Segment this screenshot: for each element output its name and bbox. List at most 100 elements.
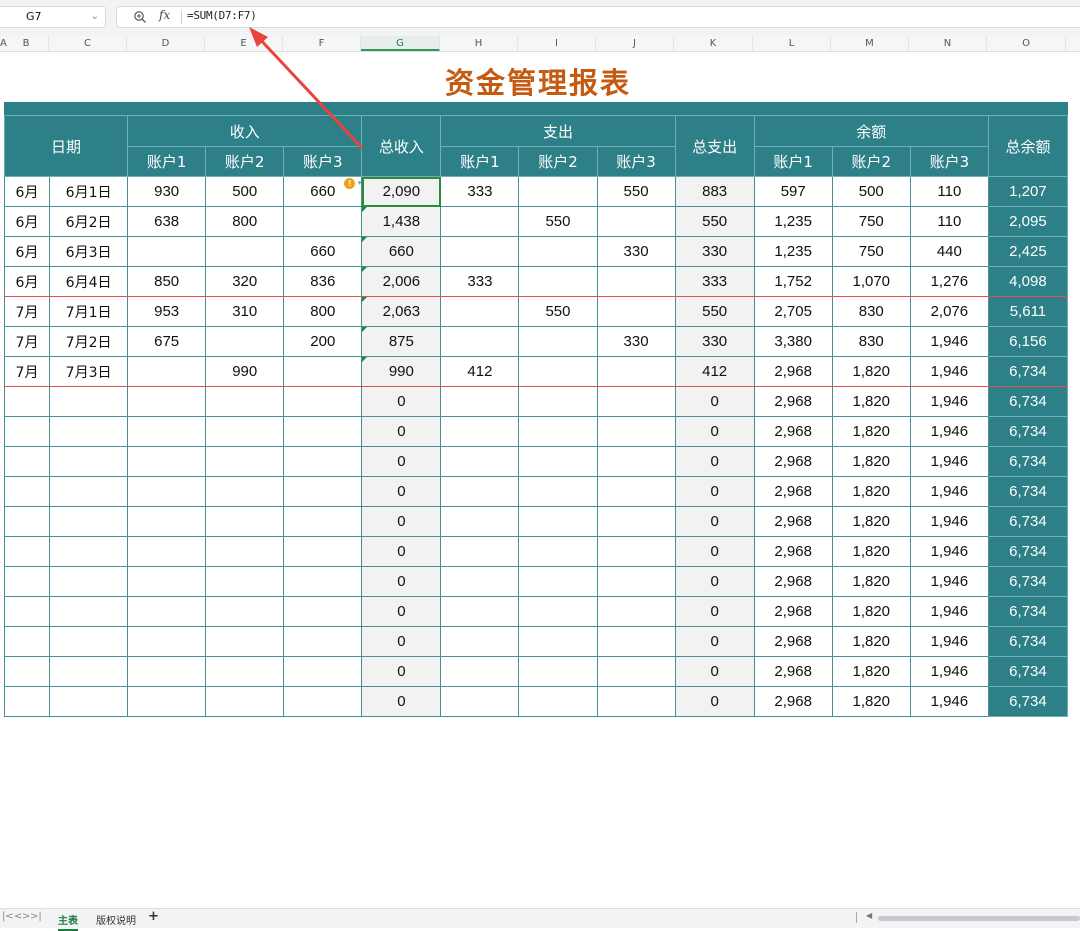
income-acc2-cell[interactable]: 320 — [205, 266, 285, 297]
balance-acc3-cell[interactable]: 1,946 — [909, 476, 989, 507]
expense-acc3-cell[interactable]: 330 — [596, 236, 676, 267]
expense-acc1-cell[interactable] — [440, 386, 520, 417]
column-header-l[interactable]: L — [753, 36, 831, 51]
expense-acc3-cell[interactable] — [596, 386, 676, 417]
expense-acc1-cell[interactable] — [440, 506, 520, 537]
total-expense-cell[interactable]: 550 — [674, 206, 755, 237]
balance-acc1-cell[interactable]: 2,968 — [753, 656, 833, 687]
expense-acc1-cell[interactable] — [440, 596, 520, 627]
income-acc1-cell[interactable] — [127, 536, 207, 567]
income-acc2-cell[interactable] — [205, 236, 285, 267]
month-cell[interactable]: 6月 — [3, 266, 51, 297]
income-acc3-cell[interactable] — [283, 626, 363, 657]
balance-acc1-cell[interactable]: 2,968 — [753, 416, 833, 447]
balance-acc2-cell[interactable]: 1,820 — [831, 446, 911, 477]
total-balance-cell[interactable]: 6,734 — [987, 536, 1069, 567]
expense-acc3-cell[interactable] — [596, 536, 676, 567]
total-income-cell[interactable]: 0 — [361, 656, 442, 687]
balance-acc2-cell[interactable]: 1,820 — [831, 476, 911, 507]
income-acc2-cell[interactable] — [205, 536, 285, 567]
expense-acc3-cell[interactable] — [596, 356, 676, 387]
expense-acc2-cell[interactable] — [518, 386, 598, 417]
total-income-cell[interactable]: 0 — [361, 416, 442, 447]
expense-acc1-cell[interactable] — [440, 236, 520, 267]
expense-acc2-cell[interactable] — [518, 326, 598, 357]
income-acc3-cell[interactable] — [283, 506, 363, 537]
balance-acc2-cell[interactable]: 1,820 — [831, 386, 911, 417]
date-cell[interactable]: 7月3日 — [49, 356, 129, 387]
total-expense-cell[interactable]: 0 — [674, 416, 755, 447]
expense-acc2-cell[interactable] — [518, 626, 598, 657]
header-total-expense[interactable]: 总支出 — [674, 115, 755, 177]
expense-acc2-cell[interactable] — [518, 506, 598, 537]
total-income-cell[interactable]: 2,063 — [361, 296, 442, 327]
total-balance-cell[interactable]: 1,207 — [987, 176, 1069, 207]
balance-acc3-cell[interactable]: 1,946 — [909, 356, 989, 387]
zoom-in-icon[interactable] — [133, 10, 147, 24]
expense-acc3-cell[interactable] — [596, 596, 676, 627]
date-cell[interactable] — [49, 386, 129, 417]
total-expense-cell[interactable]: 0 — [674, 566, 755, 597]
month-cell[interactable]: 7月 — [3, 356, 51, 387]
income-acc3-cell[interactable] — [283, 476, 363, 507]
balance-acc3-cell[interactable]: 2,076 — [909, 296, 989, 327]
header-expense-acc1[interactable]: 账户1 — [440, 146, 520, 177]
income-acc1-cell[interactable]: 953 — [127, 296, 207, 327]
header-balance[interactable]: 余额 — [753, 115, 989, 147]
warning-dropdown-icon[interactable]: ▾ — [358, 179, 361, 187]
formula-text[interactable]: =SUM(D7:F7) — [187, 9, 257, 22]
total-expense-cell[interactable]: 0 — [674, 476, 755, 507]
balance-acc3-cell[interactable]: 110 — [909, 206, 989, 237]
balance-acc3-cell[interactable]: 1,946 — [909, 626, 989, 657]
total-income-cell[interactable]: 2,090 — [361, 176, 442, 207]
date-cell[interactable] — [49, 446, 129, 477]
month-cell[interactable] — [3, 386, 51, 417]
expense-acc1-cell[interactable] — [440, 446, 520, 477]
expense-acc1-cell[interactable] — [440, 206, 520, 237]
column-header-i[interactable]: I — [518, 36, 596, 51]
balance-acc3-cell[interactable]: 1,946 — [909, 326, 989, 357]
column-header-o[interactable]: O — [987, 36, 1066, 51]
total-income-cell[interactable]: 0 — [361, 506, 442, 537]
month-cell[interactable]: 6月 — [3, 236, 51, 267]
income-acc1-cell[interactable] — [127, 386, 207, 417]
expense-acc2-cell[interactable]: 550 — [518, 296, 598, 327]
expense-acc2-cell[interactable] — [518, 176, 598, 207]
income-acc3-cell[interactable] — [283, 656, 363, 687]
total-expense-cell[interactable]: 0 — [674, 446, 755, 477]
balance-acc1-cell[interactable]: 1,752 — [753, 266, 833, 297]
income-acc2-cell[interactable] — [205, 446, 285, 477]
column-header-j[interactable]: J — [596, 36, 674, 51]
total-expense-cell[interactable]: 330 — [674, 236, 755, 267]
total-balance-cell[interactable]: 4,098 — [987, 266, 1069, 297]
total-income-cell[interactable]: 0 — [361, 566, 442, 597]
income-acc2-cell[interactable] — [205, 326, 285, 357]
date-cell[interactable]: 6月4日 — [49, 266, 129, 297]
income-acc2-cell[interactable]: 990 — [205, 356, 285, 387]
scroll-left-icon[interactable]: ◀ — [866, 911, 872, 920]
balance-acc3-cell[interactable]: 1,946 — [909, 566, 989, 597]
income-acc2-cell[interactable] — [205, 506, 285, 537]
date-cell[interactable] — [49, 536, 129, 567]
total-balance-cell[interactable]: 6,734 — [987, 446, 1069, 477]
add-sheet-button[interactable]: + — [148, 909, 159, 924]
income-acc3-cell[interactable]: 200 — [283, 326, 363, 357]
total-balance-cell[interactable]: 2,425 — [987, 236, 1069, 267]
month-cell[interactable] — [3, 626, 51, 657]
expense-acc1-cell[interactable] — [440, 296, 520, 327]
income-acc1-cell[interactable] — [127, 626, 207, 657]
expense-acc2-cell[interactable] — [518, 416, 598, 447]
total-expense-cell[interactable]: 0 — [674, 626, 755, 657]
column-header-k[interactable]: K — [674, 36, 753, 51]
income-acc2-cell[interactable]: 800 — [205, 206, 285, 237]
date-cell[interactable]: 7月1日 — [49, 296, 129, 327]
income-acc3-cell[interactable] — [283, 686, 363, 717]
header-expense[interactable]: 支出 — [440, 115, 676, 147]
month-cell[interactable] — [3, 536, 51, 567]
tab-main-sheet[interactable]: 主表 — [58, 912, 78, 931]
column-header-n[interactable]: N — [909, 36, 987, 51]
month-cell[interactable]: 6月 — [3, 206, 51, 237]
month-cell[interactable] — [3, 416, 51, 447]
income-acc1-cell[interactable]: 850 — [127, 266, 207, 297]
income-acc1-cell[interactable] — [127, 566, 207, 597]
